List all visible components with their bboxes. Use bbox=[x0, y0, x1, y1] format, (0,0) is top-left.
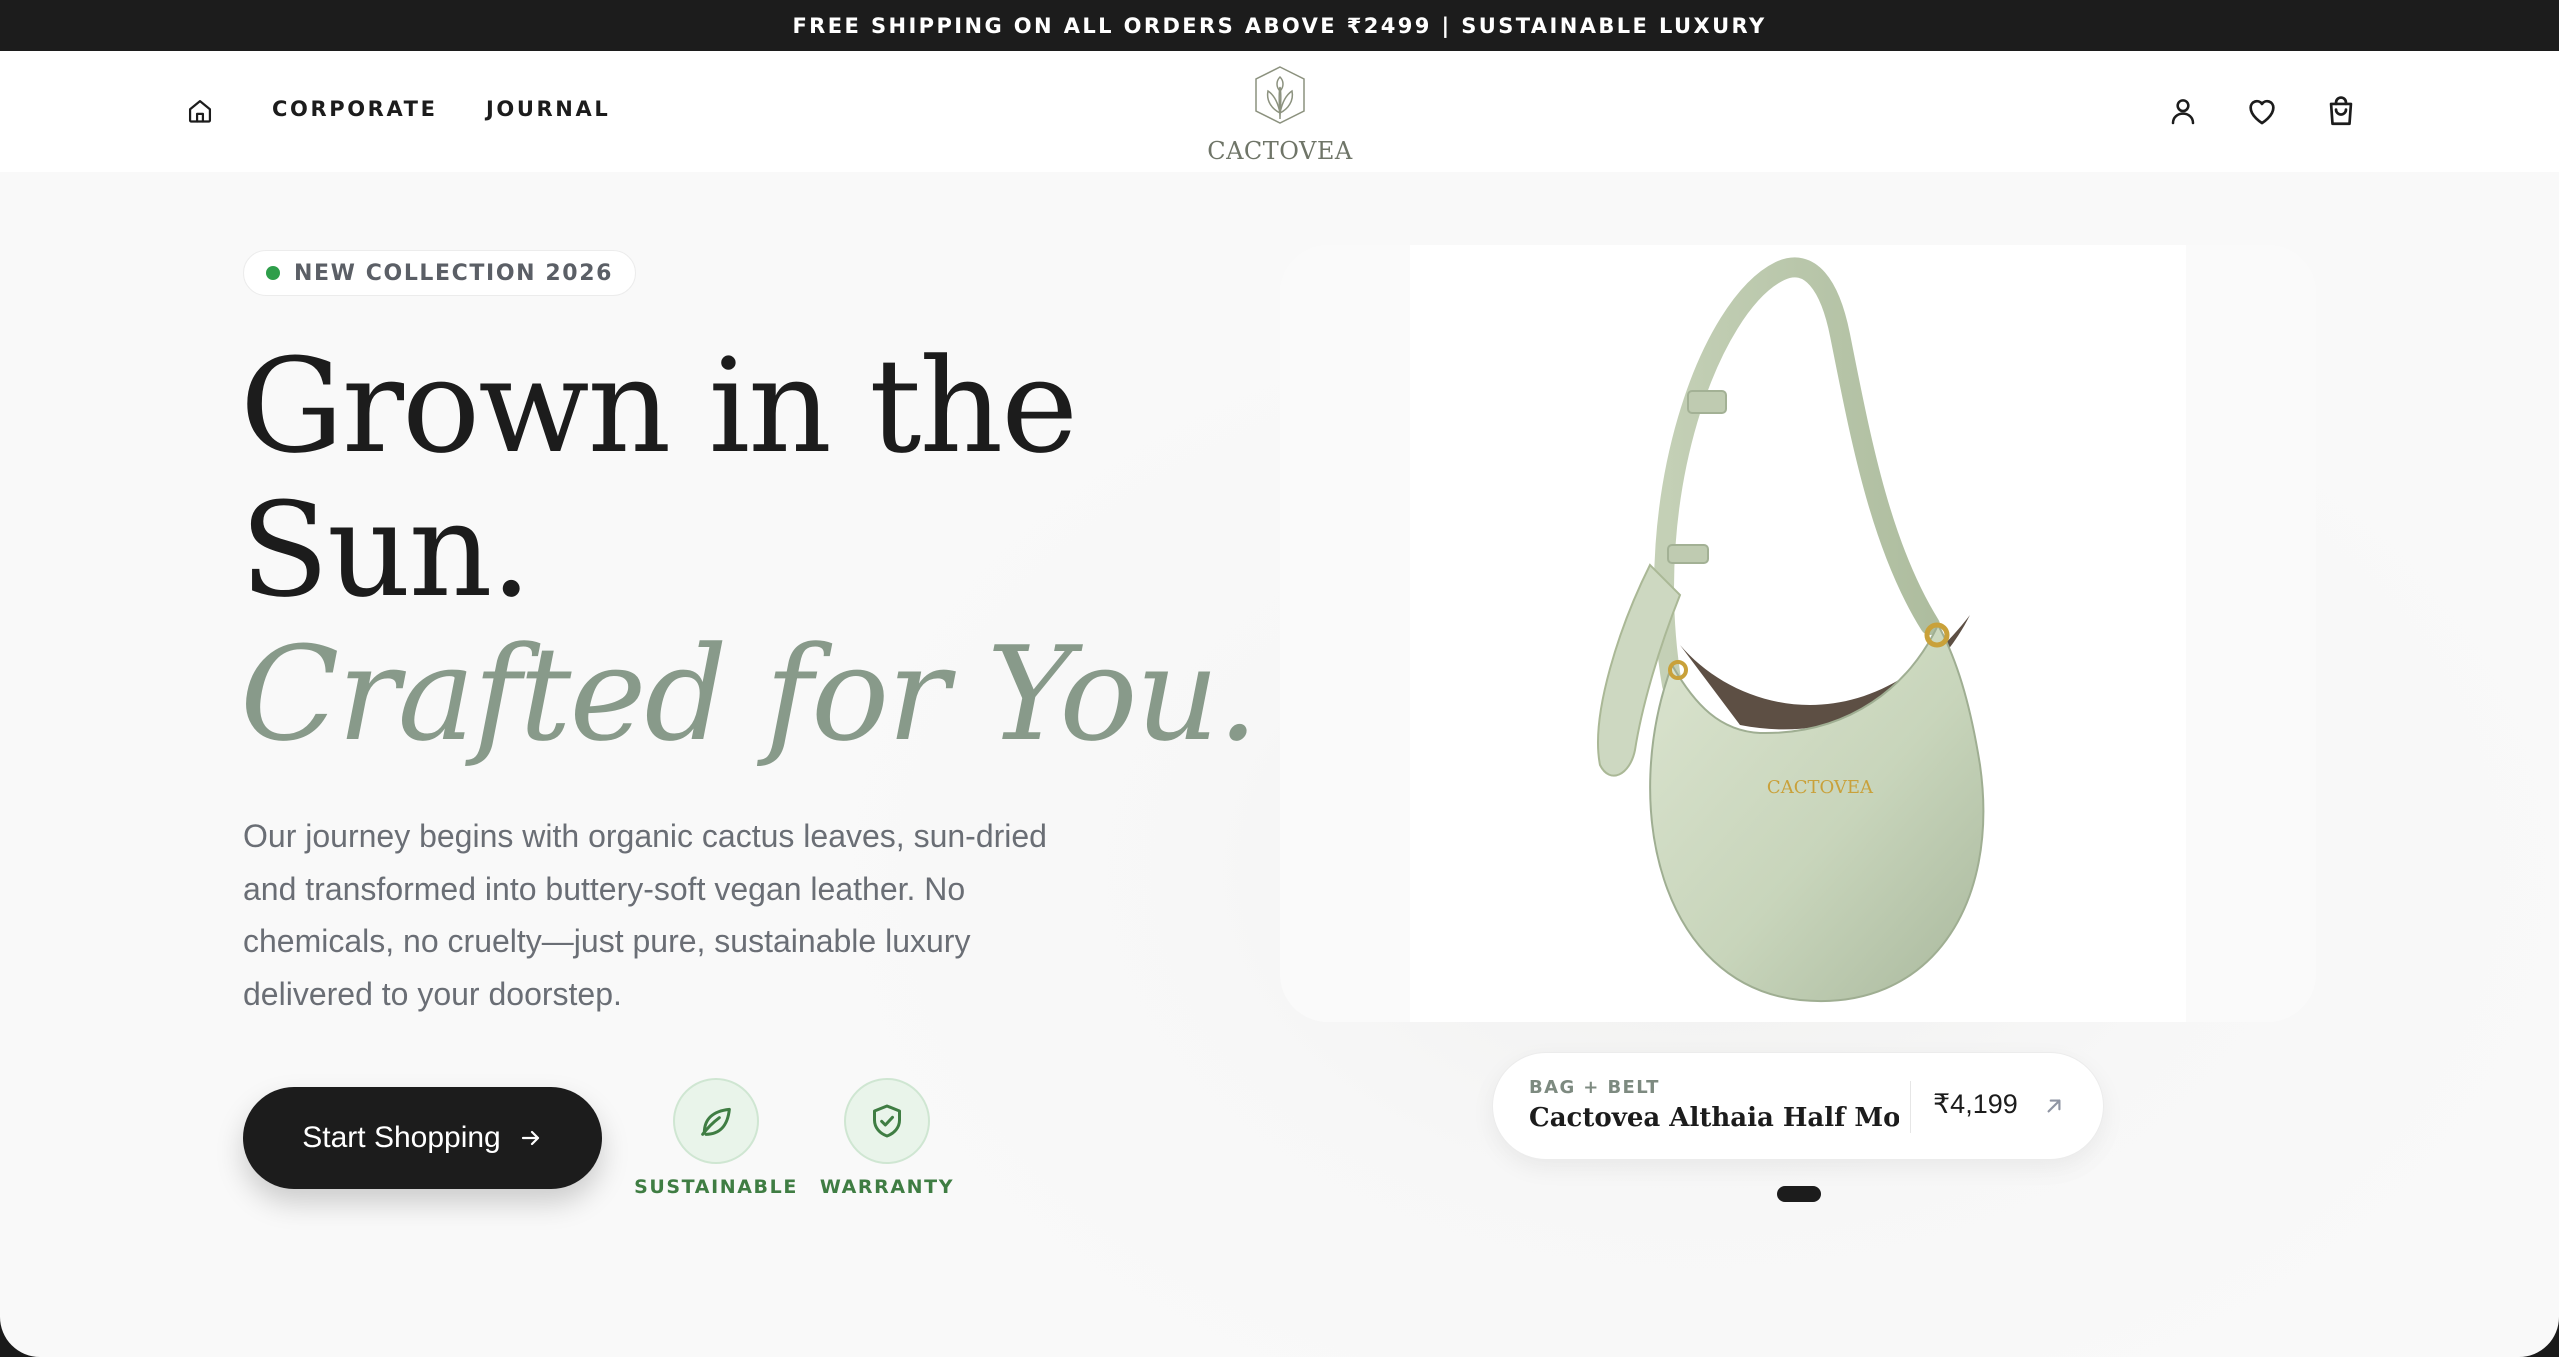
product-image: CACTOVEA bbox=[1410, 245, 2186, 1022]
announcement-text: FREE SHIPPING ON ALL ORDERS ABOVE ₹2499 … bbox=[792, 13, 1767, 38]
arrow-right-icon bbox=[521, 1130, 539, 1146]
bag-brand-text: CACTOVEA bbox=[1767, 777, 1874, 798]
bag-icon[interactable] bbox=[2321, 91, 2361, 131]
user-icon[interactable] bbox=[2163, 91, 2203, 131]
feature-warranty: WARRANTY bbox=[807, 1078, 967, 1198]
home-icon[interactable] bbox=[184, 95, 216, 127]
start-shopping-label: Start Shopping bbox=[302, 1121, 501, 1154]
shield-check-icon bbox=[844, 1078, 930, 1164]
hero-description: Our journey begins with organic cactus l… bbox=[243, 818, 1047, 1012]
product-name: Cactovea Althaia Half Mo... bbox=[1529, 1103, 1899, 1133]
chip-divider bbox=[1910, 1081, 1911, 1133]
arrow-up-right-icon[interactable] bbox=[2041, 1093, 2067, 1119]
handbag-illustration: CACTOVEA bbox=[1597, 257, 1985, 1003]
headline-line-1: Grown in the bbox=[240, 330, 1078, 482]
hero-section: NEW COLLECTION 2026 Grown in the Sun. Cr… bbox=[0, 172, 2559, 1357]
product-image-card[interactable]: CACTOVEA bbox=[1280, 245, 2316, 1022]
logo-text: CACTOVEA bbox=[1207, 137, 1353, 165]
feature-sustainable: SUSTAINABLE bbox=[634, 1078, 798, 1198]
headline-line-2: Sun. bbox=[240, 474, 532, 626]
product-category: BAG + BELT bbox=[1529, 1077, 1660, 1098]
brand-logo[interactable]: CACTOVEA bbox=[1206, 61, 1354, 165]
logo-emblem-icon bbox=[1255, 66, 1305, 124]
start-shopping-button[interactable]: Start Shopping bbox=[243, 1087, 602, 1189]
feature-sustainable-label: SUSTAINABLE bbox=[634, 1176, 798, 1198]
status-dot-icon bbox=[266, 266, 280, 280]
feature-warranty-label: WARRANTY bbox=[819, 1176, 955, 1198]
nav-corporate[interactable]: CORPORATE bbox=[272, 97, 438, 127]
collection-badge: NEW COLLECTION 2026 bbox=[243, 250, 637, 296]
collection-badge-label: NEW COLLECTION 2026 bbox=[294, 260, 614, 286]
announcement-bar: FREE SHIPPING ON ALL ORDERS ABOVE ₹2499 … bbox=[0, 0, 2559, 51]
leaf-icon bbox=[673, 1078, 759, 1164]
product-price: ₹4,199 bbox=[1933, 1089, 2018, 1119]
heart-icon[interactable] bbox=[2242, 91, 2282, 131]
product-info-chip[interactable]: BAG + BELT Cactovea Althaia Half Mo... ₹… bbox=[1492, 1052, 2104, 1160]
headline-line-3: Crafted for You. bbox=[240, 618, 1259, 770]
nav-journal[interactable]: JOURNAL bbox=[486, 97, 610, 127]
carousel-indicator[interactable] bbox=[1777, 1186, 1821, 1202]
site-header: CORPORATE JOURNAL CACTOVEA bbox=[0, 51, 2559, 172]
